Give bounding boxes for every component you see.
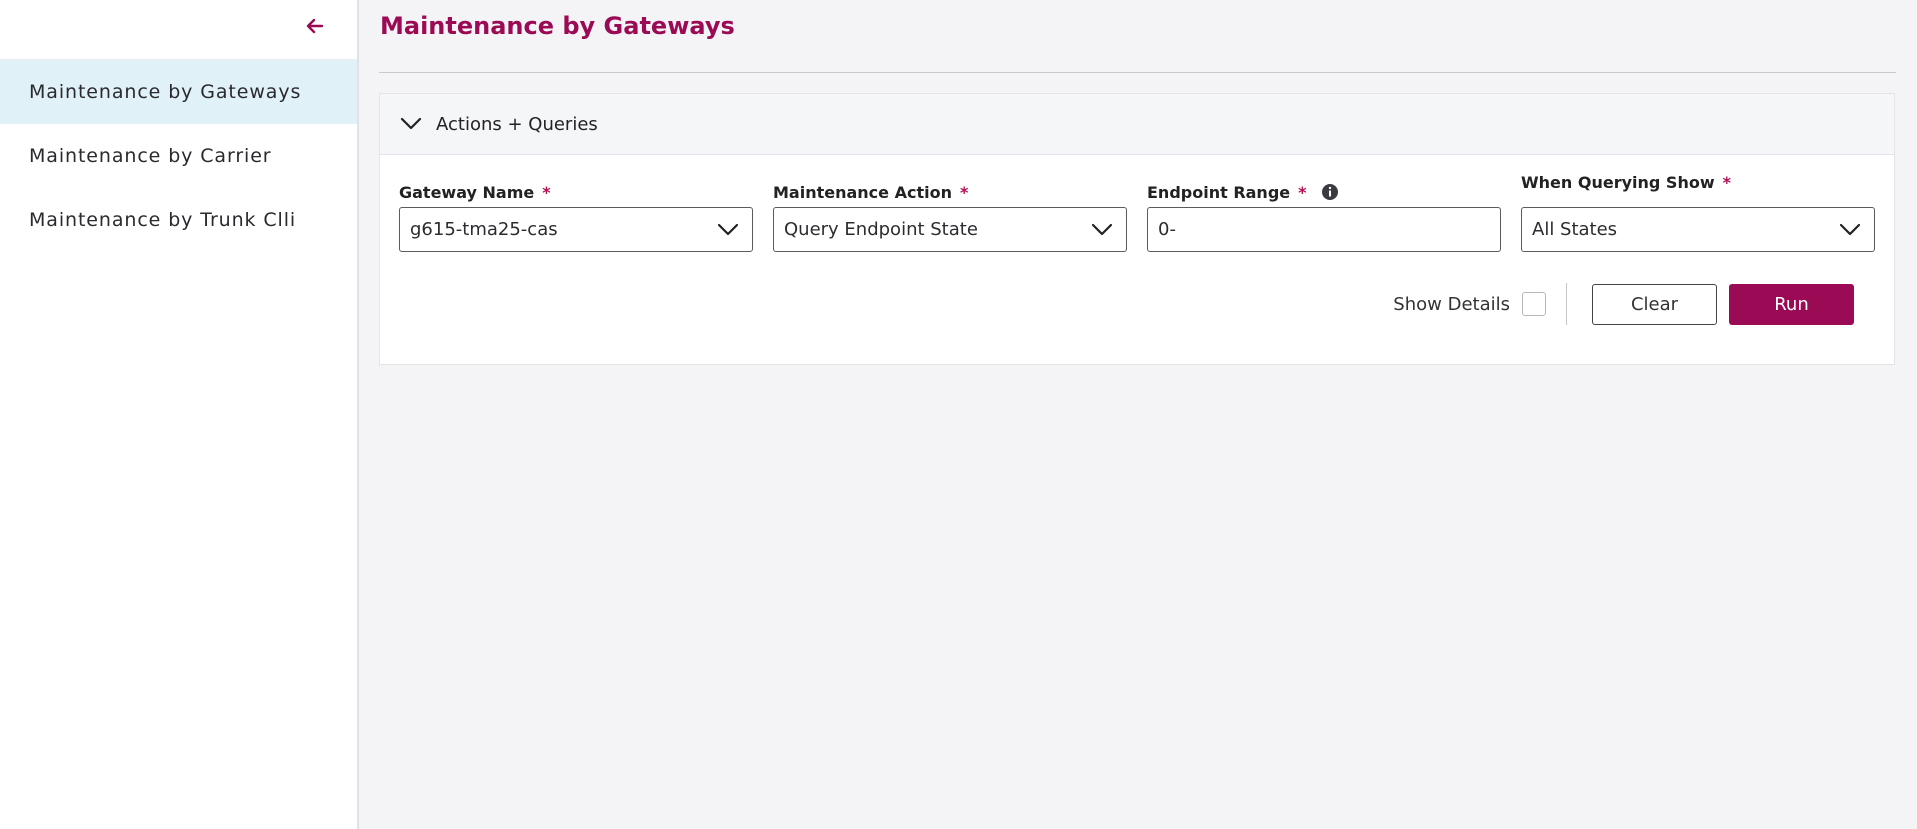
sidebar-item-label: Maintenance by Gateways xyxy=(29,81,302,103)
actions-queries-toggle[interactable]: Actions + Queries xyxy=(380,94,1894,155)
maintenance-action-field: Maintenance Action * Query Endpoint Stat… xyxy=(773,177,1127,252)
page-title: Maintenance by Gateways xyxy=(380,12,735,40)
clear-button[interactable]: Clear xyxy=(1592,283,1717,325)
sidebar-header xyxy=(0,0,357,60)
app-root: Maintenance by Gateways Maintenance by C… xyxy=(0,0,1917,829)
when-querying-show-field: When Querying Show * All States xyxy=(1521,173,1875,252)
show-details-label: Show Details xyxy=(1393,293,1510,315)
chevron-down-icon xyxy=(716,218,740,242)
gateway-name-label: Gateway Name * xyxy=(399,177,753,207)
action-bar: Show Details Clear Run xyxy=(380,283,1894,325)
info-circle-icon[interactable] xyxy=(1321,183,1339,201)
maintenance-action-label: Maintenance Action * xyxy=(773,177,1127,207)
sidebar-item-label: Maintenance by Trunk Clli xyxy=(29,209,297,231)
endpoint-range-input[interactable]: 0- xyxy=(1147,207,1501,252)
query-fields: Gateway Name * g615-tma25-cas Maintenanc… xyxy=(380,173,1894,252)
required-marker: * xyxy=(1722,172,1731,192)
when-querying-show-label-text: When Querying Show xyxy=(1521,172,1715,192)
chevron-down-icon xyxy=(1090,218,1114,242)
arrow-left-icon xyxy=(305,16,325,40)
gateway-name-field: Gateway Name * g615-tma25-cas xyxy=(399,177,753,252)
panel-header-label: Actions + Queries xyxy=(436,113,598,135)
endpoint-range-field: Endpoint Range * 0- xyxy=(1147,177,1501,252)
collapse-sidebar-button[interactable] xyxy=(303,16,327,40)
sidebar-item-maintenance-by-trunk-clli[interactable]: Maintenance by Trunk Clli xyxy=(0,188,357,252)
when-querying-show-select[interactable]: All States xyxy=(1521,207,1875,252)
chevron-down-icon xyxy=(400,113,422,135)
maintenance-action-select[interactable]: Query Endpoint State xyxy=(773,207,1127,252)
endpoint-range-label-text: Endpoint Range xyxy=(1147,182,1291,202)
endpoint-range-value: 0- xyxy=(1158,219,1176,240)
required-marker: * xyxy=(959,182,969,202)
gateway-name-value: g615-tma25-cas xyxy=(410,219,558,240)
sidebar-item-maintenance-by-gateways[interactable]: Maintenance by Gateways xyxy=(0,60,357,124)
sidebar-item-label: Maintenance by Carrier xyxy=(29,145,272,167)
when-querying-show-label: When Querying Show * xyxy=(1521,167,1875,197)
sidebar: Maintenance by Gateways Maintenance by C… xyxy=(0,0,359,829)
chevron-down-icon xyxy=(1838,218,1862,242)
sidebar-item-maintenance-by-carrier[interactable]: Maintenance by Carrier xyxy=(0,124,357,188)
maintenance-action-value: Query Endpoint State xyxy=(784,219,978,240)
main-content: Maintenance by Gateways Actions + Querie… xyxy=(359,0,1917,829)
run-button[interactable]: Run xyxy=(1729,283,1854,325)
maintenance-action-label-text: Maintenance Action xyxy=(773,182,952,202)
when-querying-show-value: All States xyxy=(1532,219,1618,240)
title-divider xyxy=(379,72,1896,73)
show-details-checkbox[interactable] xyxy=(1522,292,1546,316)
action-divider xyxy=(1566,283,1567,325)
required-marker: * xyxy=(1298,182,1307,202)
endpoint-range-label: Endpoint Range * xyxy=(1147,177,1501,207)
gateway-name-select[interactable]: g615-tma25-cas xyxy=(399,207,753,252)
gateway-name-label-text: Gateway Name xyxy=(399,182,535,202)
actions-queries-panel: Actions + Queries Gateway Name * g615-tm… xyxy=(379,93,1895,365)
required-marker: * xyxy=(542,182,551,202)
